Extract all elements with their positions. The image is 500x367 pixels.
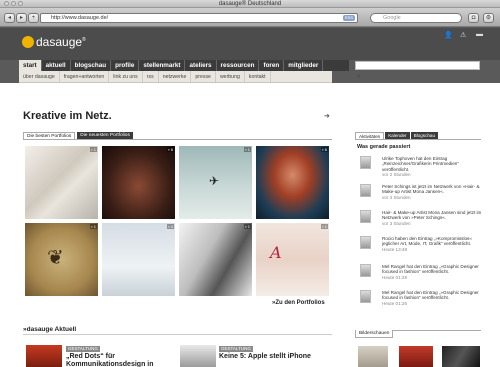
sub-navigation: über dasauge fragen+antworten link zu un… [19,71,332,83]
address-bar[interactable]: http://www.dasauge.de/ RSS [40,13,358,23]
search-placeholder: Google [383,15,401,21]
page-title: Kreative im Netz. [23,110,112,122]
activity-heading: Was gerade passiert [357,144,411,150]
portfolio-thumb[interactable]: ▪ 1 [25,146,98,219]
portfolio-thumb[interactable]: ▪ 4 [102,223,175,296]
browser-search-input[interactable]: Google [370,13,462,23]
gallery-thumbnail[interactable] [399,346,433,367]
activity-text: Mel Rangel hat den Eintrag „»Graphic Des… [382,290,479,301]
nav-mitglieder[interactable]: mitglieder [284,60,324,71]
user-icon[interactable]: 👤 [444,31,453,39]
avatar[interactable] [360,290,371,303]
subnav-ueber[interactable]: über dasauge [19,71,60,82]
divider [23,334,332,335]
portfolio-count-badge: ▪ 6 [321,147,328,152]
subnav-fragen[interactable]: fragen+antworten [60,71,110,82]
activity-time: vor 3 Stunden [382,220,411,226]
portfolio-thumb[interactable]: ❦ ▪ 1 [25,223,98,296]
news-thumbnail[interactable] [26,345,62,367]
nav-aktuell[interactable]: aktuell [42,60,71,71]
subnav-rss[interactable]: rss [143,71,159,82]
news-headline[interactable]: „Red Dots“ für Kommunikationsdesign in [66,353,166,367]
portfolios-link[interactable]: »Zu den Portfolios [272,300,325,306]
window-title: dasauge® Deutschland [218,1,282,7]
activity-text: Hair- & Make-up Artist Mona Jansen sind … [382,210,482,221]
avatar[interactable] [360,210,371,223]
portfolio-thumb[interactable]: ▪ 1 [179,223,252,296]
nav-blogschau[interactable]: blogschau [71,60,112,71]
portfolio-thumb[interactable]: ▪ 6 [256,146,329,219]
activity-time: Heute 13:48 [382,246,408,252]
tab-bilderschauen[interactable]: Bilderschauen [355,330,394,338]
url-text: http://www.dasauge.de/ [51,15,109,21]
subnav-presse[interactable]: presse [191,71,216,82]
airplane-icon: ✈ [209,174,220,188]
portfolio-count-badge: ▪ 1 [90,224,97,229]
activity-time: Heute 01:26 [382,300,408,306]
nav-start[interactable]: start [19,60,42,71]
angie-lettering: A [270,243,282,262]
butterfly-icon: ❦ [47,247,64,269]
back-button[interactable]: ◂ [4,13,15,23]
sidebar-tab-divider [355,139,481,140]
portfolio-thumb[interactable]: ▪ 6 [102,146,175,219]
news-thumbnail[interactable] [180,345,216,367]
nav-ateliers[interactable]: ateliers [185,60,217,71]
portfolio-count-badge: ▪ 1 [90,147,97,152]
portfolio-grid: ▪ 1 ▪ 6 ✈ ▪ 1 ▪ 6 ❦ ▪ 1 ▪ 4 ▪ 1 A ▪ 1 [25,146,331,296]
avatar[interactable] [360,156,371,169]
nav-foren[interactable]: foren [259,60,285,71]
main-navigation: start aktuell blogschau profile stellenm… [19,60,349,71]
avatar[interactable] [360,264,371,277]
alert-icon[interactable]: ⚠ [460,31,466,39]
search-icon[interactable]: ⌕ [357,73,361,81]
arrow-right-icon[interactable]: ➜ [324,112,330,120]
activity-text: Ulrike Tophoven hat den Eintrag „Reinzei… [382,156,459,172]
news-category-badge: GESTALTUNG [219,346,253,352]
avatar[interactable] [360,236,371,249]
nav-stellenmarkt[interactable]: stellenmarkt [139,60,186,71]
portfolio-count-badge: ▪ 1 [321,224,328,229]
subnav-netzwerke[interactable]: netzwerke [159,71,192,82]
aktuell-heading[interactable]: »dasauge Aktuell [23,326,76,333]
activity-time: Heute 01:29 [382,274,408,280]
browser-toolbar: ◂ ▸ + http://www.dasauge.de/ RSS Google … [0,8,500,27]
portfolio-count-badge: ▪ 6 [167,147,174,152]
portfolio-count-badge: ▪ 1 [244,224,251,229]
flag-icon[interactable]: ▬ [476,31,483,38]
site-logo[interactable]: dasauge® [36,35,86,49]
avatar[interactable] [360,184,371,197]
subnav-link[interactable]: link zu uns [109,71,143,82]
rss-badge[interactable]: RSS [342,15,355,21]
activity-text: Peter Schings ist jetzt im Netzwerk von … [382,184,480,195]
nav-ressourcen[interactable]: ressourcen [217,60,260,71]
portfolio-thumb[interactable]: ✈ ▪ 1 [179,146,252,219]
activity-time: vor 2 Stunden [382,172,411,178]
gallery-thumbnail[interactable] [442,346,480,367]
nav-profile[interactable]: profile [111,60,140,71]
subnav-werbung[interactable]: werbung [216,71,245,82]
settings-gear-icon[interactable]: ⚙ [483,13,494,23]
activity-time: vor 3 Stunden [382,194,411,200]
dasauge-logo-icon[interactable] [22,36,34,48]
window-titlebar: dasauge® Deutschland [0,0,500,8]
site-search-input[interactable] [355,61,480,70]
portfolio-count-badge: ▪ 4 [167,224,174,229]
portfolio-count-badge: ▪ 1 [244,147,251,152]
tab-divider [23,139,332,140]
activity-text: Rocio haben den Eintrag „»Kompromisslos«… [382,236,472,247]
portfolio-thumb[interactable]: A ▪ 1 [256,223,329,296]
news-headline[interactable]: Keine 5: Apple stellt iPhone [219,353,319,361]
forward-button[interactable]: ▸ [16,13,27,23]
gallery-thumbnail[interactable] [358,346,388,367]
subnav-kontakt[interactable]: kontakt [245,71,271,82]
add-bookmark-button[interactable]: + [28,13,39,23]
page-menu-icon[interactable]: ◘ [468,13,479,23]
activity-text: Mel Rangel hat den Eintrag „»Graphic Des… [382,264,479,275]
news-category-badge: GESTALTUNG [66,346,100,352]
